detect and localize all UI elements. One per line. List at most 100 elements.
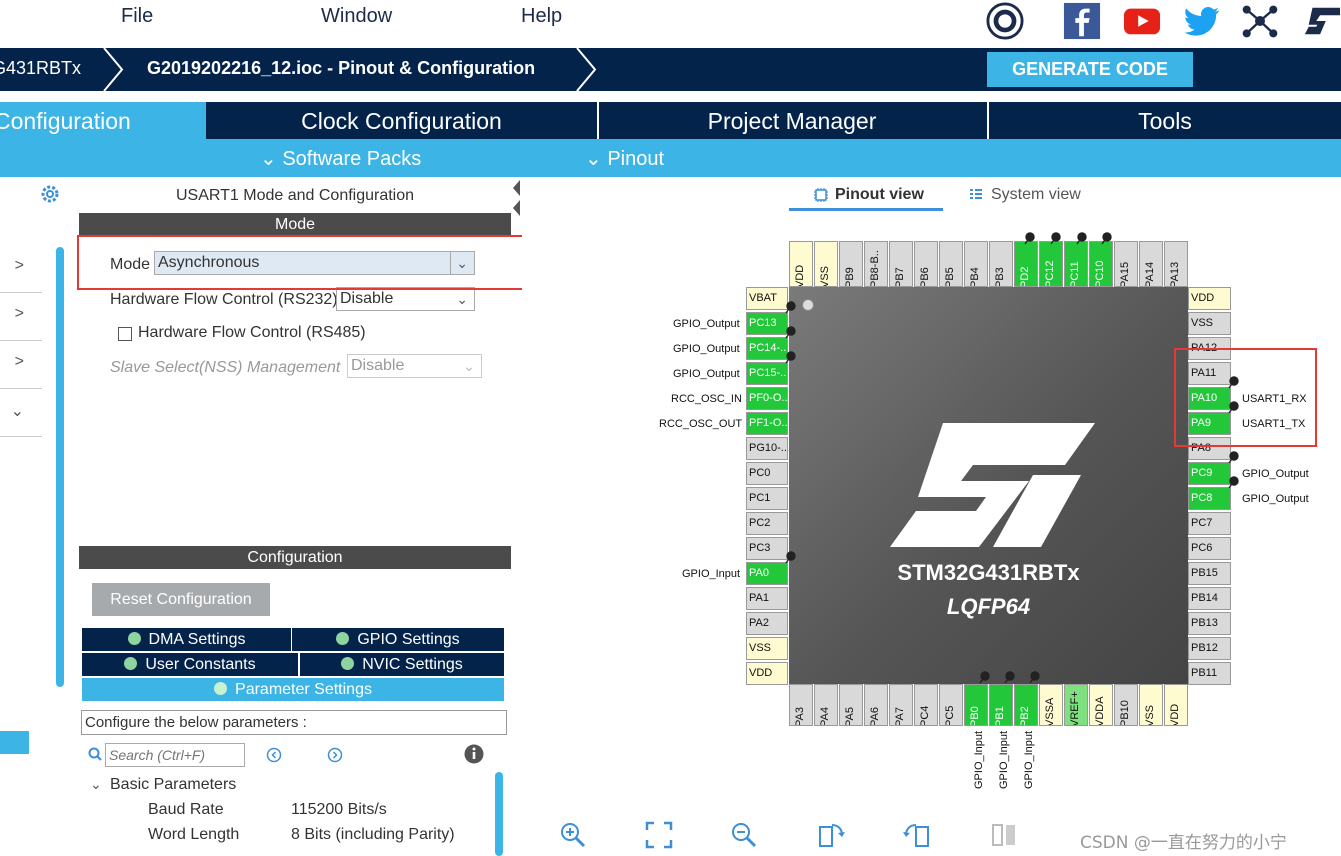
pin-right[interactable]: PC7 (1188, 512, 1231, 535)
tab-pinout-configuration[interactable]: Configuration (0, 102, 206, 139)
system-view-tab[interactable]: System view (966, 185, 1096, 211)
category-item[interactable]: > (0, 245, 42, 293)
info-icon[interactable] (464, 744, 484, 764)
param-value[interactable]: 115200 Bits/s (291, 801, 387, 819)
selected-item-marker[interactable] (0, 731, 29, 754)
pin-right[interactable]: VSS (1188, 312, 1231, 335)
pin-top[interactable]: PB3 (989, 241, 1013, 287)
pinout-menu[interactable]: ⌄ Pinout (585, 146, 664, 171)
tab-user-constants[interactable]: User Constants (82, 653, 298, 676)
pin-top[interactable]: PB7 (889, 241, 913, 287)
split-view-icon[interactable] (990, 821, 1018, 849)
pin-left[interactable]: PC0 (746, 462, 788, 485)
anniversary-badge-icon[interactable] (985, 2, 1025, 40)
pin-left[interactable]: PF1-O.. (746, 412, 788, 435)
pin-top[interactable]: PB9 (839, 241, 863, 287)
pin-top[interactable]: PC10 (1089, 241, 1113, 287)
pin-bottom[interactable]: PA6 (864, 684, 888, 726)
generate-code-button[interactable]: GENERATE CODE (987, 52, 1193, 87)
pin-bottom[interactable]: PC5 (939, 684, 963, 726)
reset-configuration-button[interactable]: Reset Configuration (92, 583, 270, 616)
pin-top[interactable]: VDD (789, 241, 813, 287)
pin-right[interactable]: PB11 (1188, 662, 1231, 685)
rotate-right-icon[interactable] (817, 821, 845, 849)
pin-left[interactable]: PF0-O.. (746, 387, 788, 410)
pin-left[interactable]: VDD (746, 662, 788, 685)
pin-right[interactable]: VDD (1188, 287, 1231, 310)
pin-top[interactable]: PA15 (1114, 241, 1138, 287)
pin-left[interactable]: PG10-.. (746, 437, 788, 460)
zoom-in-icon[interactable] (559, 821, 587, 849)
pin-bottom[interactable]: PA3 (789, 684, 813, 726)
basic-parameters-group[interactable]: Basic Parameters (110, 776, 236, 794)
pin-bottom[interactable]: PA5 (839, 684, 863, 726)
tab-tools[interactable]: Tools (987, 102, 1341, 139)
pin-bottom[interactable]: VDDA (1089, 684, 1113, 726)
menu-file[interactable]: File (121, 5, 153, 28)
pin-right[interactable]: PB15 (1188, 562, 1231, 585)
pin-bottom[interactable]: PB2 (1014, 684, 1038, 726)
pin-left[interactable]: PA1 (746, 587, 788, 610)
pin-left[interactable]: PC13 (746, 312, 788, 335)
twitter-icon[interactable] (1182, 2, 1222, 40)
tab-dma-settings[interactable]: DMA Settings (82, 628, 291, 651)
breadcrumb-project[interactable]: G2019202216_12.ioc - Pinout & Configurat… (147, 58, 535, 79)
pin-bottom[interactable]: VDD (1164, 684, 1188, 726)
pinout-view-tab[interactable]: Pinout view (789, 185, 943, 211)
pin-left[interactable]: PC1 (746, 487, 788, 510)
pin-bottom[interactable]: PB1 (989, 684, 1013, 726)
pin-right[interactable]: PB14 (1188, 587, 1231, 610)
category-item[interactable]: > (0, 293, 42, 341)
search-input[interactable] (105, 743, 245, 767)
pin-left[interactable]: VBAT (746, 287, 788, 310)
menu-window[interactable]: Window (321, 5, 392, 28)
pin-bottom[interactable]: PC4 (914, 684, 938, 726)
pin-bottom[interactable]: PB10 (1114, 684, 1138, 726)
scrollbar[interactable] (495, 772, 503, 856)
tab-gpio-settings[interactable]: GPIO Settings (292, 628, 504, 651)
chevron-down-icon[interactable]: ⌄ (90, 776, 102, 793)
pin-right[interactable]: PC8 (1188, 487, 1231, 510)
gear-icon[interactable] (39, 183, 61, 205)
flow-control-rs232-select[interactable]: Disable ⌄ (336, 287, 475, 311)
pin-right[interactable]: PC6 (1188, 537, 1231, 560)
pin-top[interactable]: PB6 (914, 241, 938, 287)
pin-bottom[interactable]: VSS (1139, 684, 1163, 726)
facebook-icon[interactable] (1062, 2, 1102, 40)
fit-screen-icon[interactable] (645, 821, 673, 849)
pin-top[interactable]: PA13 (1164, 241, 1188, 287)
pin-top[interactable]: PB8-B.. (864, 241, 888, 287)
software-packs-menu[interactable]: ⌄ Software Packs (260, 146, 421, 171)
st-logo-icon[interactable] (1302, 2, 1341, 40)
scrollbar[interactable] (56, 247, 64, 687)
pin-bottom[interactable]: PA4 (814, 684, 838, 726)
pin-top[interactable]: PB4 (964, 241, 988, 287)
pin-top[interactable]: PA14 (1139, 241, 1163, 287)
category-item[interactable]: > (0, 341, 42, 389)
pin-left[interactable]: PC3 (746, 537, 788, 560)
pin-left[interactable]: PA0 (746, 562, 788, 585)
pin-top[interactable]: PD2 (1014, 241, 1038, 287)
tab-parameter-settings[interactable]: Parameter Settings (82, 678, 504, 701)
pin-bottom[interactable]: PA7 (889, 684, 913, 726)
pin-top[interactable]: VSS (814, 241, 838, 287)
category-item[interactable]: ⌄ (0, 389, 42, 437)
rotate-left-icon[interactable] (903, 821, 931, 849)
pin-top[interactable]: PC12 (1039, 241, 1063, 287)
youtube-icon[interactable] (1122, 2, 1162, 40)
breadcrumb-device[interactable]: G431RBTx (0, 58, 81, 79)
pin-bottom[interactable]: VREF+ (1064, 684, 1088, 726)
pin-right[interactable]: PC9 (1188, 462, 1231, 485)
next-icon[interactable] (327, 747, 343, 763)
network-icon[interactable] (1240, 2, 1280, 40)
pin-left[interactable]: PA2 (746, 612, 788, 635)
pin-left[interactable]: PC14-.. (746, 337, 788, 360)
collapse-handle[interactable] (512, 180, 521, 216)
zoom-out-icon[interactable] (730, 821, 758, 849)
pin-right[interactable]: PB12 (1188, 637, 1231, 660)
pin-right[interactable]: PB13 (1188, 612, 1231, 635)
pin-bottom[interactable]: VSSA (1039, 684, 1063, 726)
tab-clock-configuration[interactable]: Clock Configuration (208, 102, 595, 139)
pin-left[interactable]: PC15-.. (746, 362, 788, 385)
pin-left[interactable]: PC2 (746, 512, 788, 535)
